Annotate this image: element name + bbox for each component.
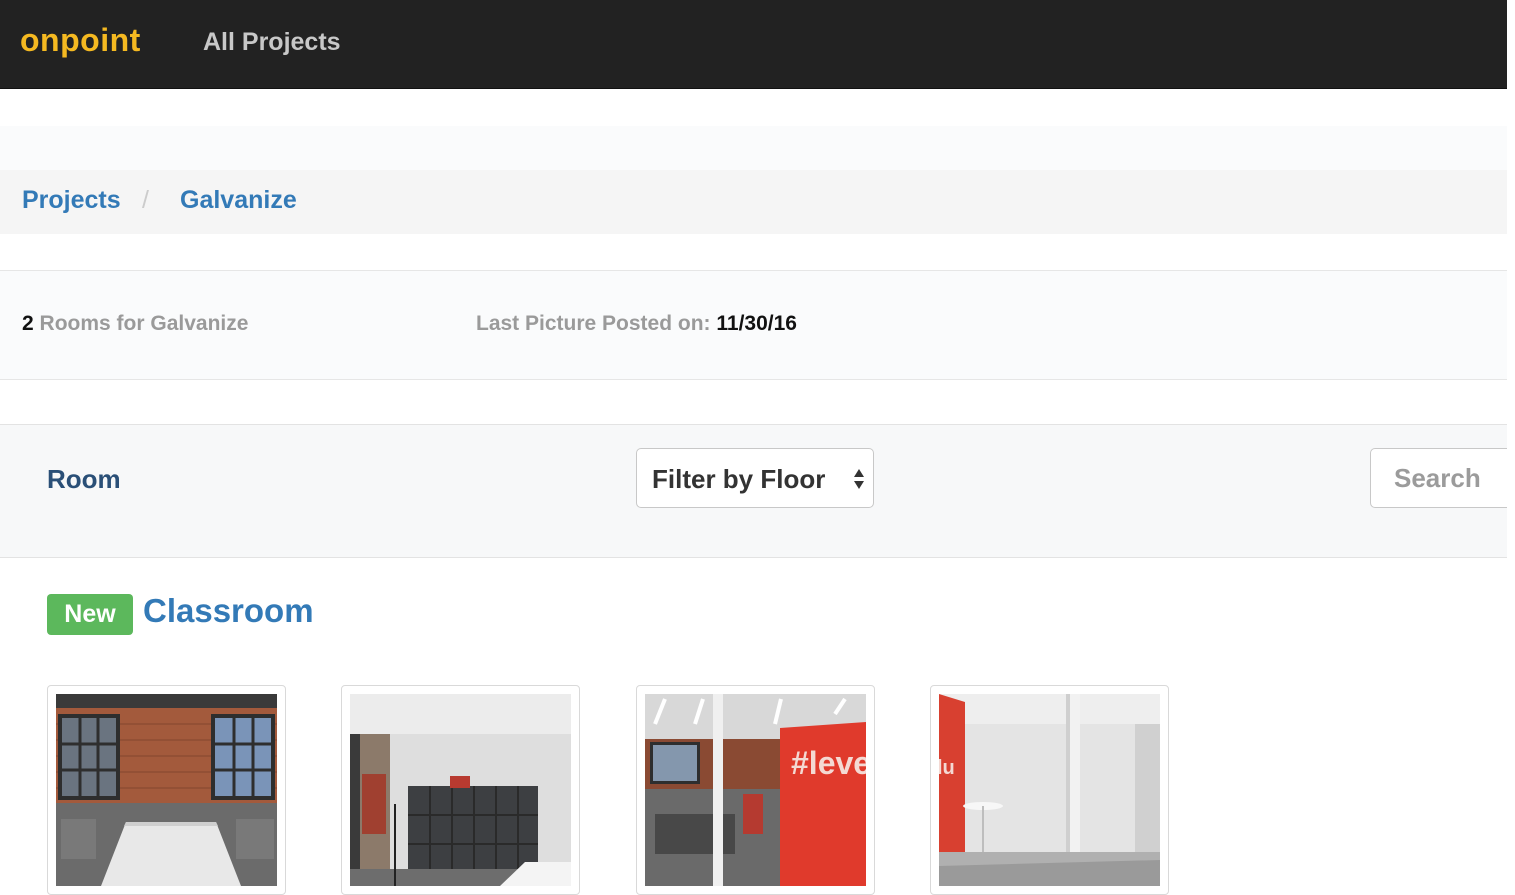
room-filter-label: Room (47, 464, 121, 494)
wall-text: #leve (791, 745, 866, 781)
room-thumbnail-3[interactable]: #leve (636, 685, 875, 895)
search-input[interactable] (1370, 448, 1515, 508)
breadcrumb-separator: / (142, 186, 149, 214)
wall-text: lu (939, 757, 955, 779)
right-edge (1507, 0, 1515, 885)
rooms-count-number: 2 (22, 312, 34, 335)
top-navbar: onpoint All Projects (0, 0, 1507, 89)
brand-logo[interactable]: onpoint (20, 22, 141, 59)
last-picture-posted: Last Picture Posted on: 11/30/16 (476, 312, 797, 336)
nav-link-all-projects[interactable]: All Projects (203, 28, 341, 57)
breadcrumb-projects[interactable]: Projects (22, 186, 121, 215)
last-posted-date: 11/30/16 (716, 312, 797, 335)
classroom-photo-2 (350, 694, 571, 886)
filter-by-floor-value: Filter by Floor (652, 464, 826, 494)
breadcrumb-galvanize[interactable]: Galvanize (180, 186, 297, 215)
classroom-photo-4: lu (939, 694, 1160, 886)
rooms-count: 2 Rooms for Galvanize (22, 312, 248, 336)
room-thumbnail-4[interactable]: lu (930, 685, 1169, 895)
filter-by-floor-select[interactable]: Filter by Floor (636, 448, 874, 508)
classroom-photo-3: #leve (645, 694, 866, 886)
last-posted-label: Last Picture Posted on: (476, 312, 711, 335)
classroom-photo-1 (56, 694, 277, 886)
rooms-count-label: Rooms for Galvanize (39, 312, 249, 335)
room-title-classroom[interactable]: Classroom (143, 592, 314, 630)
select-updown-arrows-icon (854, 469, 864, 489)
room-thumbnail-1[interactable] (47, 685, 286, 895)
room-thumbnail-2[interactable] (341, 685, 580, 895)
new-badge: New (47, 594, 133, 635)
